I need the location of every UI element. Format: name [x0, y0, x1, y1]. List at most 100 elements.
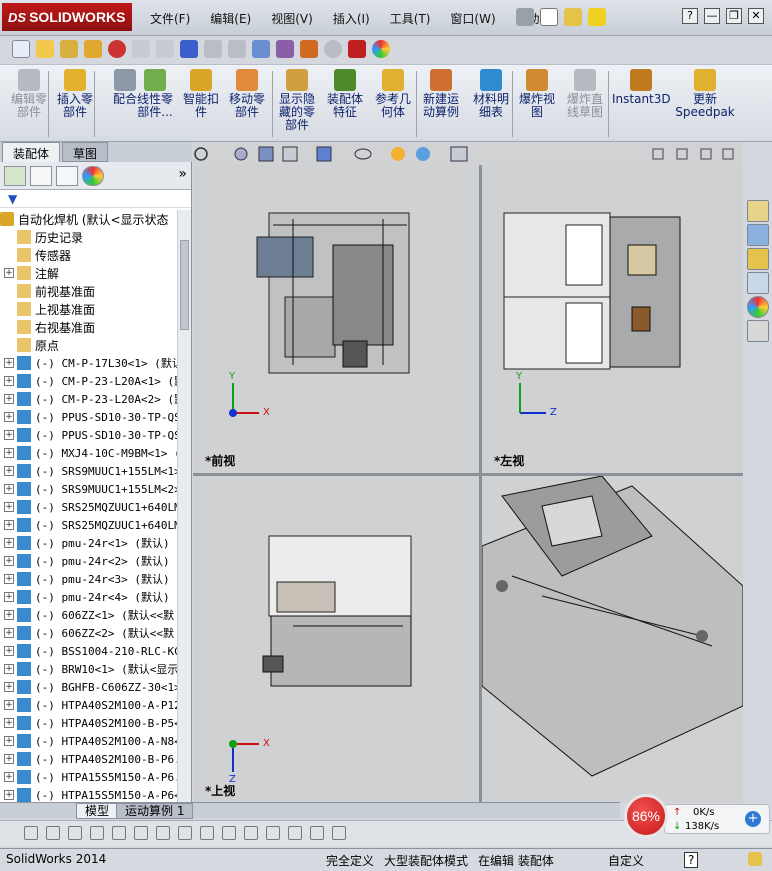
sketch-circle-icon[interactable] [68, 826, 82, 840]
file-explorer-icon[interactable] [747, 248, 769, 270]
tree-component-item[interactable]: + (-) SRS25MQZUUC1+640LM [0, 498, 178, 516]
menu-insert[interactable]: 插入(I) [333, 10, 370, 27]
open-folder-icon[interactable] [564, 8, 582, 26]
command-button-8[interactable]: 参考几 何体 [370, 69, 416, 119]
sketch-rectangle-icon[interactable] [112, 826, 126, 840]
expand-icon[interactable]: + [4, 466, 14, 476]
tree-component-item[interactable]: + (-) pmu-24r<4> (默认) [0, 588, 178, 606]
menu-tools[interactable]: 工具(T) [390, 10, 431, 27]
sketch-offset-icon[interactable] [178, 826, 192, 840]
expand-icon[interactable]: + [4, 538, 14, 548]
tree-feature-item[interactable]: 传感器 [0, 246, 178, 264]
components-icon[interactable] [276, 40, 294, 58]
filter-icon[interactable]: ▼ [8, 192, 17, 206]
expand-icon[interactable]: + [4, 790, 14, 800]
expand-icon[interactable]: + [4, 448, 14, 458]
close-button[interactable]: ✕ [748, 8, 764, 24]
design-library-icon[interactable] [747, 224, 769, 246]
tree-component-item[interactable]: + (-) SRS9MUUC1+155LM<1> [0, 462, 178, 480]
viewport-vertical-splitter[interactable] [479, 165, 482, 803]
tree-component-item[interactable]: + (-) HTPA40S2M100-B-P5< [0, 714, 178, 732]
tree-feature-item[interactable]: 原点 [0, 336, 178, 354]
tree-component-item[interactable]: + (-) CM-P-23-L20A<1> (默 [0, 372, 178, 390]
command-button-5[interactable]: 移动零 部件 [224, 69, 270, 119]
expand-icon[interactable]: + [4, 394, 14, 404]
rebuild-warning-icon[interactable] [588, 8, 606, 26]
command-button-3[interactable]: 线性零 部件... [132, 69, 178, 119]
viewport-left[interactable]: Y Z *左视 [482, 165, 743, 473]
expand-icon[interactable]: + [4, 484, 14, 494]
tree-component-item[interactable]: + (-) PPUS-SD10-30-TP-QS [0, 426, 178, 444]
check-icon[interactable] [324, 40, 342, 58]
expand-icon[interactable]: + [4, 592, 14, 602]
expand-icon[interactable]: + [4, 664, 14, 674]
tree-component-item[interactable]: + (-) HTPA15S5M150-A-P6< [0, 786, 178, 802]
home-icon[interactable] [747, 200, 769, 222]
tab-sketch[interactable]: 草图 [62, 142, 109, 162]
viewport-front[interactable]: Y X *前视 [193, 165, 479, 473]
view-palette-icon[interactable] [747, 272, 769, 294]
command-button-14[interactable]: 更新 Speedpak [672, 69, 738, 119]
sketch-trim-icon[interactable] [200, 826, 214, 840]
tree-component-item[interactable]: + (-) HTPA40S2M100-B-P6. [0, 750, 178, 768]
tab-assembly[interactable]: 装配体 [2, 142, 61, 162]
viewport-isometric[interactable] [482, 476, 743, 803]
command-button-4[interactable]: 智能扣件 [178, 69, 224, 119]
stop-icon[interactable] [348, 40, 366, 58]
tree-feature-item[interactable]: + 注解 [0, 264, 178, 282]
network-usage-percent[interactable]: 86% [624, 794, 668, 838]
sketch-polygon-icon[interactable] [90, 826, 104, 840]
tree-feature-item[interactable]: 右视基准面 [0, 318, 178, 336]
tree-component-item[interactable]: + (-) pmu-24r<1> (默认) [0, 534, 178, 552]
command-button-6[interactable]: 显示隐 藏的零 部件 [274, 69, 320, 132]
expand-icon[interactable]: + [4, 610, 14, 620]
expand-icon[interactable]: + [4, 628, 14, 638]
tree-component-item[interactable]: + (-) SRS9MUUC1+155LM<2> [0, 480, 178, 498]
spell-check-icon[interactable] [12, 40, 30, 58]
expand-panel-icon[interactable]: » [178, 166, 187, 185]
tree-component-item[interactable]: + (-) 606ZZ<2> (默认<<默 [0, 624, 178, 642]
find-icon[interactable] [36, 40, 54, 58]
expand-icon[interactable]: + [4, 772, 14, 782]
restore-button[interactable]: ❐ [726, 8, 742, 24]
tree-component-item[interactable]: + (-) 606ZZ<1> (默认<<默 [0, 606, 178, 624]
expand-icon[interactable]: + [4, 502, 14, 512]
tree-component-item[interactable]: + (-) HTPA40S2M100-A-P12 [0, 696, 178, 714]
balance-icon[interactable] [60, 40, 78, 58]
command-button-7[interactable]: 装配体 特征 [322, 69, 368, 119]
command-button-10[interactable]: 材料明 细表 [468, 69, 514, 119]
expand-icon[interactable]: + [4, 754, 14, 764]
tag-icon[interactable] [748, 852, 762, 866]
expand-icon[interactable]: + [4, 700, 14, 710]
add-icon[interactable]: + [745, 811, 761, 827]
command-button-1[interactable]: 插入零 部件 [52, 69, 98, 119]
graphics-area[interactable]: Y X *前视 Y Z *左视 X Z *上视 [193, 143, 743, 803]
expand-icon[interactable]: + [4, 736, 14, 746]
interference-icon[interactable] [108, 40, 126, 58]
sketch-corner-icon[interactable] [222, 826, 236, 840]
tree-scrollbar[interactable] [177, 210, 191, 802]
new-document-icon[interactable] [540, 8, 558, 26]
display-manager-icon[interactable] [82, 166, 104, 186]
sketch-smart-dimension-icon[interactable] [332, 826, 346, 840]
gears-icon[interactable] [300, 40, 318, 58]
tree-feature-item[interactable]: 上视基准面 [0, 300, 178, 318]
expand-icon[interactable]: + [4, 574, 14, 584]
expand-icon[interactable]: + [4, 718, 14, 728]
appearances-icon[interactable] [747, 296, 769, 318]
custom-properties-icon[interactable] [747, 320, 769, 342]
sum-icon[interactable] [180, 40, 198, 58]
menu-file[interactable]: 文件(F) [150, 10, 190, 27]
sketch-point-icon[interactable] [24, 826, 38, 840]
scroll-thumb[interactable] [180, 240, 189, 330]
expand-icon[interactable]: + [4, 682, 14, 692]
expand-icon[interactable]: + [4, 520, 14, 530]
viewport-top[interactable]: X Z *上视 [193, 476, 479, 803]
network-monitor-widget[interactable]: ↑ 0K/s ↓ 138K/s + 86% [620, 794, 772, 838]
help-button[interactable]: ? [682, 8, 698, 24]
tree-component-item[interactable]: + (-) SRS25MQZUUC1+640LM [0, 516, 178, 534]
status-units[interactable]: 自定义 [608, 852, 644, 869]
pin-icon[interactable] [516, 8, 534, 26]
menu-view[interactable]: 视图(V) [271, 10, 313, 27]
expand-icon[interactable]: + [4, 430, 14, 440]
